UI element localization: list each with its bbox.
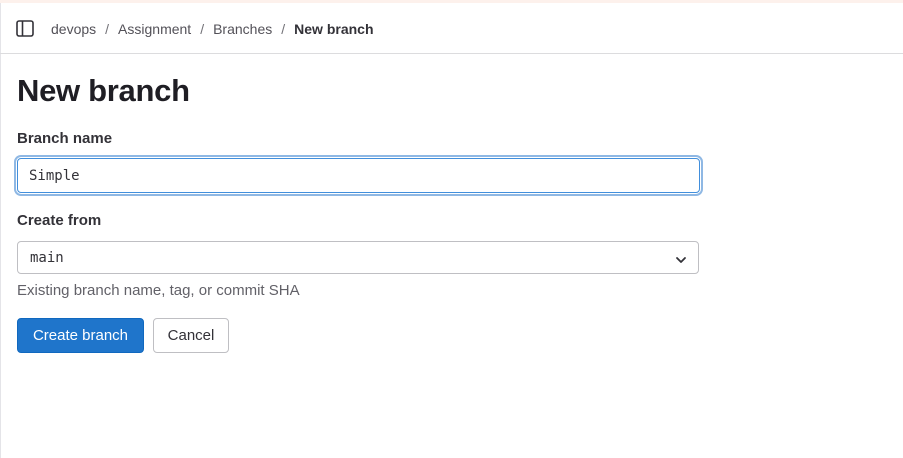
create-from-label: Create from: [17, 212, 102, 229]
breadcrumb-link-assignment[interactable]: Assignment: [118, 21, 191, 37]
chevron-down-icon: [675, 253, 687, 263]
sidebar-toggle-icon[interactable]: [16, 20, 34, 37]
branch-name-label: Branch name: [17, 130, 113, 147]
breadcrumb-separator: /: [200, 21, 205, 37]
create-from-help-text: Existing branch name, tag, or commit SHA: [17, 282, 300, 299]
breadcrumb-separator: /: [105, 21, 110, 37]
breadcrumb: devops / Assignment / Branches / New bra…: [51, 20, 374, 38]
breadcrumb-link-devops[interactable]: devops: [51, 21, 96, 37]
breadcrumb-current: New branch: [294, 21, 374, 37]
breadcrumb-link-branches[interactable]: Branches: [213, 21, 272, 37]
branch-name-input[interactable]: [17, 158, 700, 193]
page-title: New branch: [17, 73, 190, 108]
top-bar: devops / Assignment / Branches / New bra…: [0, 3, 903, 54]
left-edge-border: [0, 3, 1, 458]
cancel-button[interactable]: Cancel: [153, 318, 229, 353]
create-from-selected-value: main: [30, 249, 64, 266]
create-from-select[interactable]: main: [17, 241, 699, 274]
breadcrumb-separator: /: [281, 21, 286, 37]
create-branch-button[interactable]: Create branch: [17, 318, 144, 353]
